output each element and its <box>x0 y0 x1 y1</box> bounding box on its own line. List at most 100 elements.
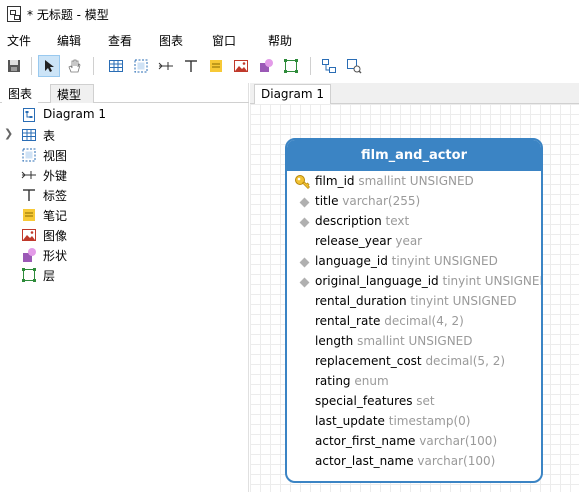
field-row[interactable]: last_update timestamp(0) <box>287 412 541 432</box>
panel-tabs: 图表 模型 <box>0 83 249 103</box>
view-icon[interactable] <box>130 55 152 77</box>
layer-icon[interactable] <box>280 55 302 77</box>
field-type: decimal(4, 2) <box>380 314 464 328</box>
toolbar-separator <box>93 57 94 75</box>
field-type: set <box>412 394 435 408</box>
menu-file[interactable]: 文件 <box>7 32 31 49</box>
tree-label: 形状 <box>43 249 68 263</box>
field-name: length smallint UNSIGNED <box>315 334 473 348</box>
menu-edit[interactable]: 编辑 <box>57 32 81 49</box>
diagram-icon <box>21 107 37 123</box>
field-row[interactable]: release_year year <box>287 232 541 252</box>
hand-icon[interactable] <box>63 55 85 77</box>
field-row[interactable]: language_id tinyint UNSIGNED <box>287 252 541 272</box>
note-icon <box>21 207 37 223</box>
label-icon[interactable] <box>180 55 202 77</box>
window-title: * 无标题 - 模型 <box>27 7 109 22</box>
tree-item-views[interactable]: 视图 <box>0 145 249 165</box>
index-icon <box>299 277 310 288</box>
field-type: tinyint UNSIGNED <box>406 294 517 308</box>
field-type: varchar(100) <box>415 434 498 448</box>
tree-label: Diagram 1 <box>43 107 106 121</box>
table-icon <box>21 127 37 143</box>
field-name: description text <box>315 214 410 228</box>
title-bar: * 无标题 - 模型 <box>0 0 579 28</box>
field-name: release_year year <box>315 234 423 248</box>
tree-label: 层 <box>43 269 56 283</box>
table-name: film_and_actor <box>287 140 541 171</box>
tree-item-notes[interactable]: 笔记 <box>0 205 249 225</box>
pointer-icon[interactable] <box>38 55 60 77</box>
field-type: text <box>381 214 410 228</box>
menu-window[interactable]: 窗口 <box>212 32 236 49</box>
field-row[interactable]: special_features set <box>287 392 541 412</box>
field-row[interactable]: original_language_id tinyint UNSIGNED <box>287 272 541 292</box>
field-row[interactable]: actor_first_name varchar(100) <box>287 432 541 452</box>
tree-item-layers[interactable]: 层 <box>0 265 249 285</box>
diagram-tab-bar: Diagram 1 <box>250 83 579 104</box>
field-name: film_id smallint UNSIGNED <box>315 174 474 188</box>
menu-view[interactable]: 查看 <box>108 32 132 49</box>
tree-item-diagram-1[interactable]: Diagram 1 <box>0 105 249 125</box>
field-type: varchar(100) <box>413 454 496 468</box>
toolbar <box>0 51 579 81</box>
app-icon <box>7 6 21 22</box>
chevron-right-icon[interactable]: ❯ <box>4 127 13 140</box>
field-row[interactable]: length smallint UNSIGNED <box>287 332 541 352</box>
index-icon <box>299 197 310 208</box>
menu-help[interactable]: 帮助 <box>268 32 292 49</box>
field-row[interactable]: title varchar(255) <box>287 192 541 212</box>
field-type: decimal(5, 2) <box>421 354 506 368</box>
table-icon[interactable] <box>105 55 127 77</box>
field-name: rental_duration tinyint UNSIGNED <box>315 294 517 308</box>
field-type: tinyint UNSIGNED <box>438 274 543 288</box>
field-row[interactable]: actor_last_name varchar(100) <box>287 452 541 472</box>
field-name: replacement_cost decimal(5, 2) <box>315 354 506 368</box>
tree-item-shapes[interactable]: 形状 <box>0 245 249 265</box>
tree-label: 视图 <box>43 149 68 163</box>
field-row[interactable]: rental_rate decimal(4, 2) <box>287 312 541 332</box>
field-name: language_id tinyint UNSIGNED <box>315 254 498 268</box>
field-row[interactable]: rental_duration tinyint UNSIGNED <box>287 292 541 312</box>
field-name: actor_last_name varchar(100) <box>315 454 496 468</box>
tree-item-images[interactable]: 图像 <box>0 225 249 245</box>
field-type: tinyint UNSIGNED <box>387 254 498 268</box>
field-type: timestamp(0) <box>384 414 471 428</box>
toolbar-separator <box>310 57 311 75</box>
zoom-fit-icon[interactable] <box>343 55 365 77</box>
tab-model[interactable]: 模型 <box>50 84 94 103</box>
index-icon <box>299 257 310 268</box>
foreign-key-icon[interactable] <box>155 55 177 77</box>
tab-diagram-1[interactable]: Diagram 1 <box>254 84 331 104</box>
shape-icon <box>21 247 37 263</box>
field-row[interactable]: film_id smallint UNSIGNED <box>287 172 541 192</box>
menu-bar: 文件 编辑 查看 图表 窗口 帮助 <box>0 28 579 50</box>
image-icon[interactable] <box>230 55 252 77</box>
field-row[interactable]: rating enum <box>287 372 541 392</box>
field-type: enum <box>350 374 389 388</box>
tree-label: 笔记 <box>43 209 68 223</box>
primary-key-icon <box>294 174 312 190</box>
field-type: smallint UNSIGNED <box>353 334 473 348</box>
menu-diagram[interactable]: 图表 <box>159 32 183 49</box>
note-icon[interactable] <box>205 55 227 77</box>
field-type: varchar(255) <box>338 194 421 208</box>
field-type: smallint UNSIGNED <box>354 174 474 188</box>
table-entity[interactable]: film_and_actor film_id smallint UNSIGNED… <box>285 138 543 483</box>
field-name: last_update timestamp(0) <box>315 414 471 428</box>
auto-layout-icon[interactable] <box>318 55 340 77</box>
tree-item-labels[interactable]: 标签 <box>0 185 249 205</box>
tree-item-foreign-keys[interactable]: 外键 <box>0 165 249 185</box>
field-row[interactable]: description text <box>287 212 541 232</box>
shape-icon[interactable] <box>255 55 277 77</box>
field-type: year <box>391 234 423 248</box>
tab-diagrams[interactable]: 图表 <box>2 84 39 103</box>
save-icon[interactable] <box>3 55 25 77</box>
tree-item-tables[interactable]: ❯ 表 <box>0 125 249 145</box>
field-row[interactable]: replacement_cost decimal(5, 2) <box>287 352 541 372</box>
foreign-key-icon <box>21 167 37 183</box>
toolbar-separator <box>31 57 32 75</box>
tree-label: 标签 <box>43 189 68 203</box>
field-name: special_features set <box>315 394 435 408</box>
label-icon <box>21 187 37 203</box>
